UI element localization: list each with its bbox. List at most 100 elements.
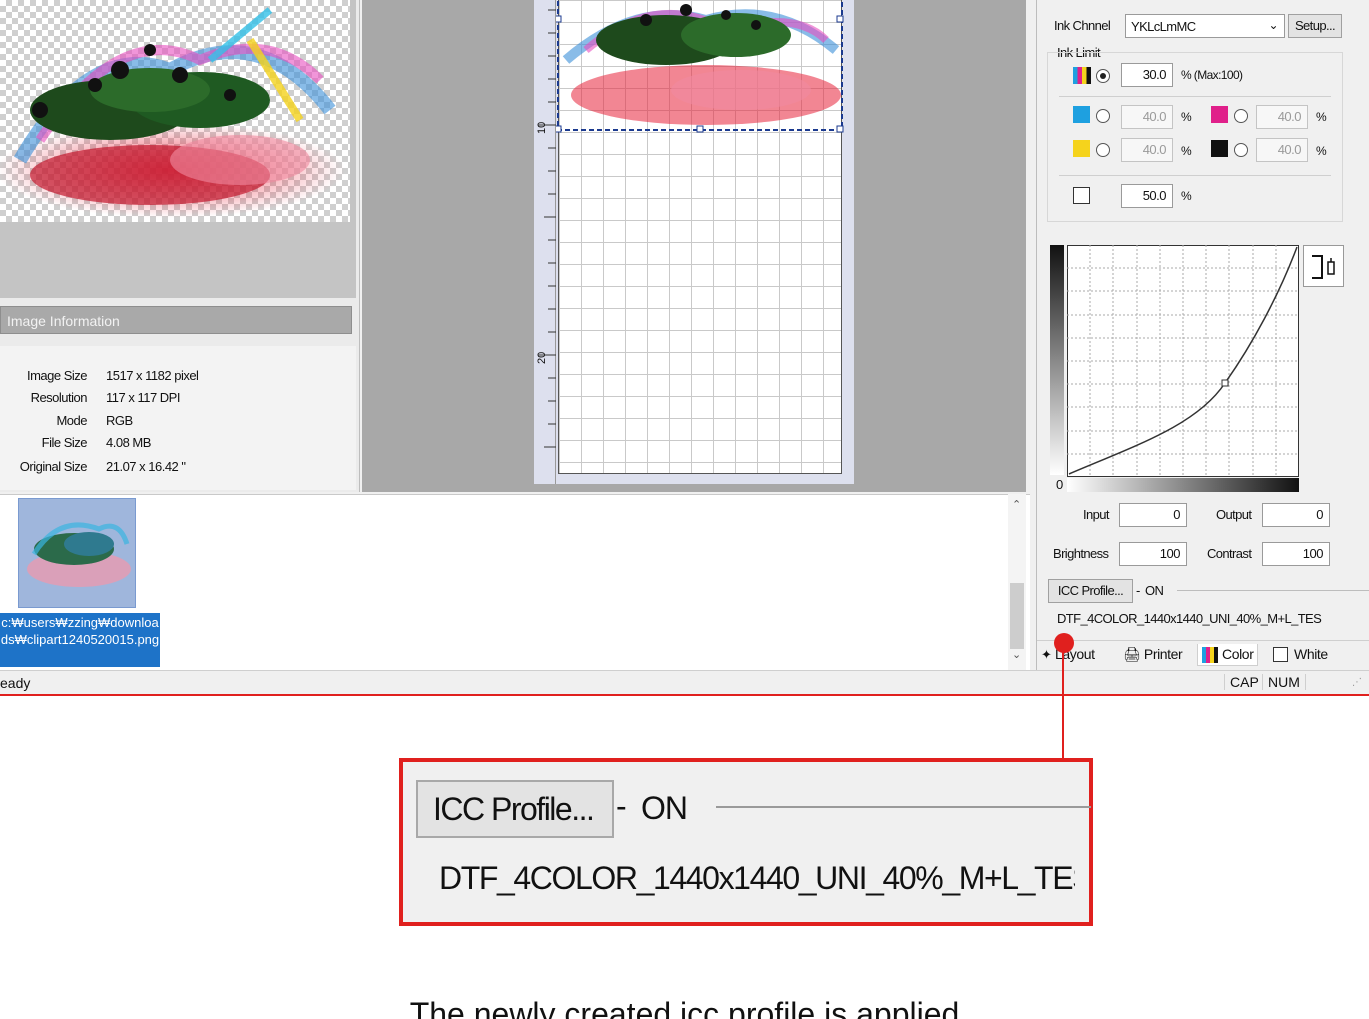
resize-grip-icon[interactable]: ⋰: [1352, 677, 1362, 688]
callout-connector: [1062, 643, 1064, 760]
yellow-swatch-icon: [1073, 140, 1090, 157]
divider: [716, 806, 1091, 808]
scroll-up-icon[interactable]: ⌃: [1012, 498, 1021, 511]
output-label: Output: [1216, 507, 1252, 522]
info-value: 21.07 x 16.42 ": [106, 459, 186, 474]
icc-callout-zoom: ICC Profile... - ON DTF_4COLOR_1440x1440…: [399, 758, 1093, 926]
app-window: Image Information Image Size 1517 x 1182…: [0, 0, 1369, 696]
magenta-limit-radio[interactable]: [1234, 109, 1248, 123]
percent-label: %: [1181, 144, 1192, 158]
icc-status: ON: [1145, 583, 1164, 598]
white-limit-input[interactable]: 50.0: [1121, 184, 1173, 208]
input-gradient-bar: [1067, 478, 1299, 492]
preview-artwork: [0, 7, 345, 218]
tab-divider: [1037, 640, 1369, 641]
thumbnail-artwork: [27, 522, 131, 587]
percent-label: %: [1316, 110, 1327, 124]
divider: [1177, 590, 1369, 591]
vertical-ruler: 10 20: [534, 0, 556, 484]
curve-control-point[interactable]: [1221, 379, 1229, 387]
info-label: Image Size: [26, 368, 88, 383]
icc-status-zoomed: ON: [641, 790, 688, 826]
ruler-ticks: [538, 9, 556, 448]
info-row-resolution: Resolution 117 x 117 DPI: [0, 390, 356, 412]
all-inks-icon: [1073, 67, 1091, 84]
info-label: File Size: [41, 435, 88, 450]
curve-zero-label: 0: [1056, 477, 1063, 492]
tab-white[interactable]: White: [1273, 644, 1328, 666]
info-row-original-size: Original Size 21.07 x 16.42 ": [0, 459, 356, 481]
white-swatch-icon: [1073, 187, 1090, 204]
magenta-limit-input[interactable]: 40.0: [1256, 105, 1308, 129]
layout-icon: ✦: [1041, 647, 1052, 662]
input-label: Input: [1083, 507, 1110, 522]
divider: [1059, 96, 1331, 97]
image-preview-area: [0, 0, 356, 298]
image-thumbnail[interactable]: [18, 498, 136, 608]
scroll-down-icon[interactable]: ⌄: [1012, 648, 1021, 661]
info-row-mode: Mode RGB: [0, 413, 356, 435]
icc-profile-button-zoomed: ICC Profile...: [416, 780, 614, 838]
total-limit-unit: % (Max:100): [1181, 68, 1243, 82]
ruler-mark-20: 20: [536, 351, 548, 364]
contrast-label: Contrast: [1207, 546, 1252, 561]
contrast-field[interactable]: 100: [1262, 542, 1330, 566]
icc-profile-button[interactable]: ICC Profile...: [1048, 579, 1133, 603]
figure-caption: The newly created icc profile is applied: [409, 996, 960, 1019]
black-limit-input[interactable]: 40.0: [1256, 138, 1308, 162]
color-icon: [1202, 647, 1218, 663]
info-value: 1517 x 1182 pixel: [106, 368, 199, 383]
percent-label: %: [1181, 189, 1192, 203]
thumbnail-path-label[interactable]: c:₩users₩zzing₩downloads₩clipart12405200…: [0, 613, 160, 667]
yellow-limit-radio[interactable]: [1096, 143, 1110, 157]
info-value: 117 x 117 DPI: [106, 390, 180, 405]
image-information-header: Image Information: [0, 306, 352, 334]
info-label: Mode: [56, 413, 87, 428]
caps-lock-indicator: CAP: [1224, 674, 1264, 690]
tab-printer[interactable]: 🖨 Printer: [1123, 644, 1183, 666]
output-field[interactable]: 0: [1262, 503, 1330, 527]
info-label: Resolution: [30, 390, 88, 405]
curve-tool-icon: [1312, 255, 1335, 279]
icc-profile-name: DTF_4COLOR_1440x1440_UNI_40%_M+L_TES: [1057, 611, 1322, 626]
status-bar: eady CAP NUM ⋰: [0, 670, 1369, 694]
info-value: RGB: [106, 413, 133, 428]
black-limit-radio[interactable]: [1234, 143, 1248, 157]
placed-image[interactable]: [556, 0, 846, 134]
printer-icon: 🖨: [1123, 646, 1141, 662]
icc-profile-name-zoomed: DTF_4COLOR_1440x1440_UNI_40%_M+L_TES: [439, 860, 1075, 896]
total-limit-input[interactable]: 30.0: [1121, 63, 1173, 87]
info-label: Original Size: [19, 459, 88, 474]
thumbnail-strip: c:₩users₩zzing₩downloads₩clipart12405200…: [0, 494, 1030, 670]
icc-dash: -: [1136, 583, 1140, 598]
ink-channel-value: YKLcLmMC: [1131, 19, 1196, 34]
magenta-swatch-icon: [1211, 106, 1228, 123]
info-value: 4.08 MB: [106, 435, 151, 450]
setup-button[interactable]: Setup...: [1288, 14, 1342, 38]
cyan-limit-radio[interactable]: [1096, 109, 1110, 123]
divider: [1059, 175, 1331, 176]
num-lock-indicator: NUM: [1262, 674, 1306, 690]
output-gradient-bar: [1050, 245, 1064, 475]
ink-channel-select[interactable]: YKLcLmMC ⌄: [1125, 14, 1285, 38]
total-limit-radio[interactable]: [1096, 69, 1110, 83]
brightness-field[interactable]: 100: [1119, 542, 1187, 566]
tab-printer-label: Printer: [1143, 646, 1183, 662]
tab-color[interactable]: Color: [1197, 644, 1259, 666]
curve-tool-button[interactable]: [1303, 245, 1344, 287]
cyan-swatch-icon: [1073, 106, 1090, 123]
info-row-image-size: Image Size 1517 x 1182 pixel: [0, 368, 356, 390]
ink-channel-label: Ink Chnnel: [1054, 18, 1111, 33]
ruler-mark-10: 10: [536, 121, 548, 134]
left-panel: Image Information Image Size 1517 x 1182…: [0, 0, 360, 492]
input-field[interactable]: 0: [1119, 503, 1187, 527]
cyan-limit-input[interactable]: 40.0: [1121, 105, 1173, 129]
tone-curve-graph[interactable]: [1067, 245, 1299, 477]
scrollbar-thumb[interactable]: [1010, 583, 1024, 649]
yellow-limit-input[interactable]: 40.0: [1121, 138, 1173, 162]
percent-label: %: [1316, 144, 1327, 158]
info-row-file-size: File Size 4.08 MB: [0, 435, 356, 457]
callout-marker: [1054, 633, 1074, 653]
color-settings-panel: Ink Chnnel YKLcLmMC ⌄ Setup... Ink Limit…: [1036, 0, 1369, 670]
percent-label: %: [1181, 110, 1192, 124]
